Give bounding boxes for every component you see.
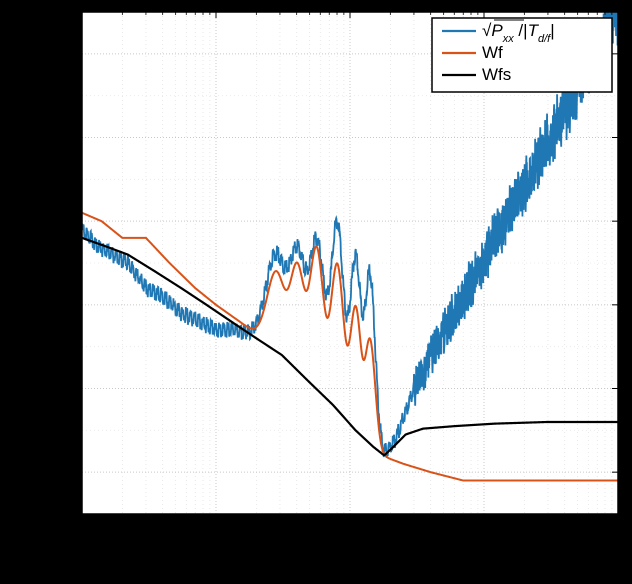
ytick-label: -10 xyxy=(49,297,72,314)
xtick-label: 103 xyxy=(606,523,630,542)
xtick-label: 10-1 xyxy=(68,523,96,542)
legend: √Pxx /|Td/f|WfWfs xyxy=(432,18,612,92)
chart-svg: 10-1 100 101 102 103 -30 -20 -10 0 10 20 Frequency … xyxy=(0,0,632,584)
xtick-label: 102 xyxy=(472,523,496,542)
xtick-label: 100 xyxy=(204,523,228,542)
xtick-label: 101 xyxy=(338,523,362,542)
legend-entry: Wf xyxy=(482,43,503,62)
y-axis-label: Magnitude (db) (normalized) xyxy=(11,150,31,376)
ytick-label: 10 xyxy=(54,130,72,147)
chart-root: 10-1 100 101 102 103 -30 -20 -10 0 10 20 Frequency … xyxy=(0,0,632,584)
ytick-label: -20 xyxy=(49,381,72,398)
legend-entry: Wfs xyxy=(482,65,511,84)
ytick-label: 0 xyxy=(63,213,72,230)
ytick-label: -30 xyxy=(49,464,72,481)
ytick-label: 20 xyxy=(54,46,72,63)
x-axis-label: Frequency [Hz] xyxy=(289,546,411,566)
